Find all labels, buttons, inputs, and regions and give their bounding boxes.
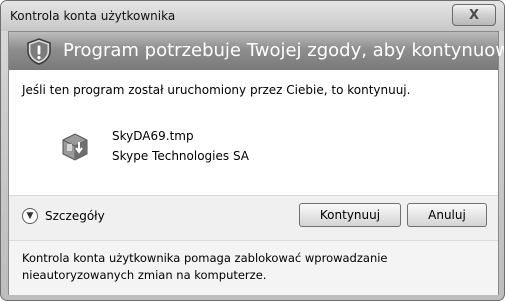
shield-warning-icon [27, 38, 51, 65]
close-button[interactable]: X [452, 4, 496, 26]
action-bar: ▼ Szczegóły Kontynuuj Anuluj [9, 195, 498, 240]
title-bar[interactable]: Kontrola konta użytkownika X [1, 1, 504, 31]
uac-dialog-window: Kontrola konta użytkownika X Program pot… [0, 0, 505, 301]
chevron-down-icon[interactable]: ▼ [22, 208, 38, 224]
footer-description: Kontrola konta użytkownika pomaga zablok… [22, 251, 388, 282]
banner-heading: Program potrzebuje Twojej zgody, aby kon… [63, 40, 505, 61]
installer-icon [62, 133, 88, 161]
program-info: Jeśli ten program został uruchomiony prz… [9, 70, 498, 195]
program-publisher: Skype Technologies SA [112, 149, 250, 163]
window-title: Kontrola konta użytkownika [10, 9, 176, 23]
details-label[interactable]: Szczegóły [45, 209, 105, 223]
dialog-body: Program potrzebuje Twojej zgody, aby kon… [8, 31, 504, 295]
continue-button[interactable]: Kontynuuj [299, 203, 401, 227]
uac-footer: Kontrola konta użytkownika pomaga zablok… [9, 240, 498, 295]
warning-banner: Program potrzebuje Twojej zgody, aby kon… [9, 32, 504, 70]
close-icon: X [468, 7, 480, 23]
details-toggle[interactable]: ▼ Szczegóły [22, 208, 105, 224]
consent-prompt: Jeśli ten program został uruchomiony prz… [22, 83, 411, 97]
cancel-button[interactable]: Anuluj [407, 203, 487, 227]
program-name: SkyDA69.tmp [112, 129, 194, 143]
